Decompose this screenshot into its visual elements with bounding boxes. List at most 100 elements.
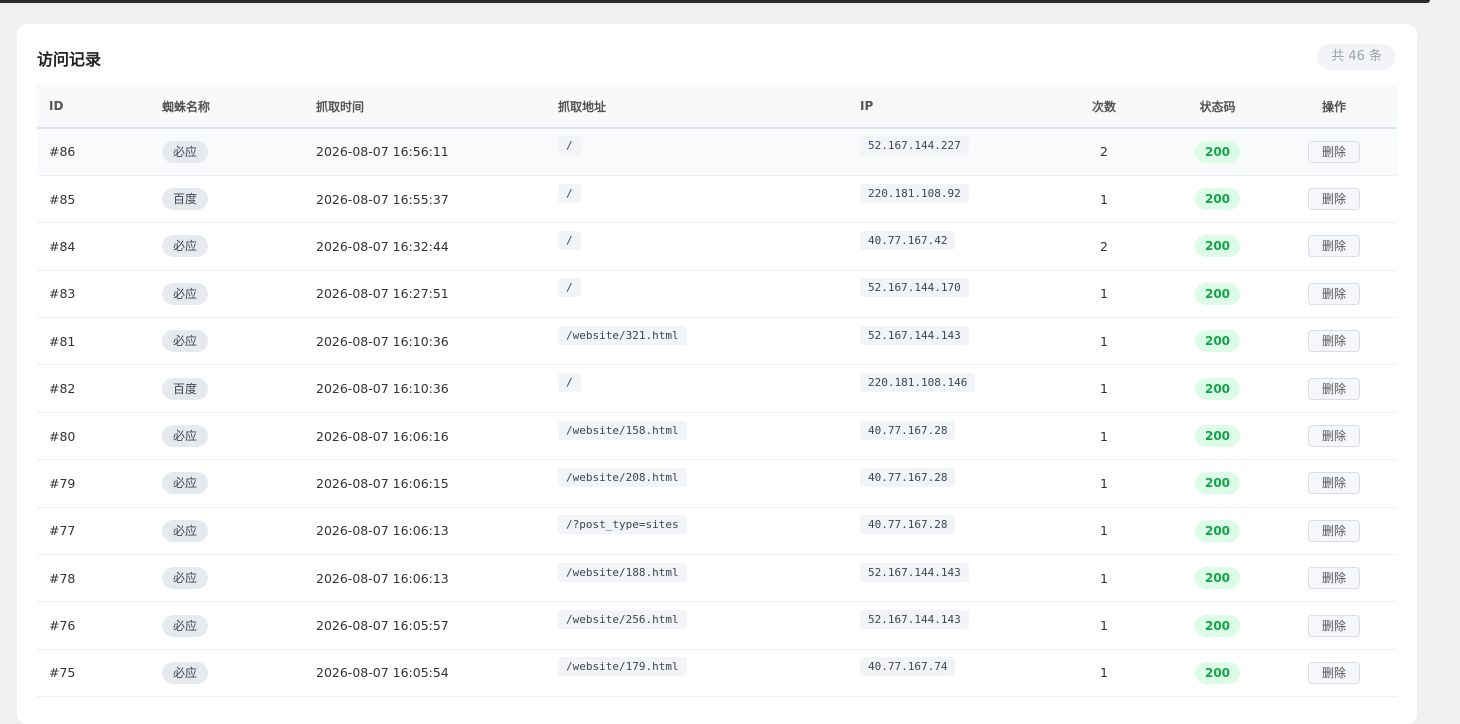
delete-button[interactable]: 删除	[1307, 140, 1360, 163]
table-row: #86 必应 2026-08-07 16:56:11 / 52.167.144.227 2…	[37, 128, 1397, 176]
row-id: #75	[37, 649, 150, 698]
spider-badge: 必应	[162, 472, 209, 495]
delete-button[interactable]: 删除	[1307, 567, 1360, 590]
spider-badge: 必应	[162, 661, 209, 684]
status-badge: 200	[1194, 425, 1241, 448]
column-header-id: ID	[37, 85, 150, 129]
crawl-url: /	[558, 278, 581, 298]
visit-count: 1	[1044, 317, 1164, 366]
status-badge: 200	[1194, 140, 1241, 163]
crawl-url: /website/256.html	[558, 610, 687, 630]
row-id: #78	[37, 554, 150, 603]
visit-count: 1	[1044, 601, 1164, 650]
visit-count: 1	[1044, 175, 1164, 224]
table-row: #79 必应 2026-08-07 16:06:15/website/208.htm…	[37, 459, 1397, 508]
table-row: #77 必应 2026-08-07 16:06:13 /?post_type=site…	[37, 507, 1397, 556]
ip-address: 40.77.167.28	[860, 420, 956, 440]
ip-address: 40.77.167.28	[860, 515, 956, 535]
spider-badge: 必应	[162, 140, 209, 163]
spider-badge: 必应	[162, 425, 209, 448]
column-header-action: 操作	[1271, 85, 1397, 129]
delete-button[interactable]: 删除	[1307, 235, 1360, 258]
row-id: #86	[37, 128, 150, 176]
ip-address: 220.181.108.92	[860, 183, 969, 203]
column-header-ip: IP	[848, 85, 1044, 129]
crawl-url: /	[558, 183, 581, 203]
crawl-url: /?post_type=sites	[558, 515, 687, 535]
crawl-url: /website/321.html	[558, 325, 687, 345]
delete-button[interactable]: 删除	[1307, 282, 1360, 305]
crawl-time: 2026-08-07 16:06:15	[304, 459, 546, 508]
delete-button[interactable]: 删除	[1307, 330, 1360, 353]
table-row: #81 必应 2026-08-07 16:10:36/website/321.htm…	[37, 317, 1397, 366]
crawl-url: /	[558, 230, 581, 250]
ip-address: 52.167.144.143	[860, 562, 969, 582]
delete-button[interactable]: 删除	[1307, 519, 1360, 542]
access-log-table: ID 蜘蛛名称 抓取时间 抓取地址 IP 次数 状态码 操作 #86 必应 2026…	[37, 85, 1397, 698]
visit-count: 1	[1044, 554, 1164, 603]
status-badge: 200	[1194, 567, 1241, 590]
status-badge: 200	[1194, 377, 1241, 400]
column-header-time: 抓取时间	[304, 85, 546, 129]
crawl-url: /website/188.html	[558, 562, 687, 582]
table-row: #78 必应 2026-08-07 16:06:13/website/188.htm…	[37, 554, 1397, 603]
crawl-time: 2026-08-07 16:32:44	[304, 222, 546, 271]
row-id: #76	[37, 601, 150, 650]
column-header-status: 状态码	[1164, 85, 1271, 129]
top-bar	[0, 0, 1430, 3]
delete-button[interactable]: 删除	[1307, 472, 1360, 495]
table-row: #84 必应 2026-08-07 16:32:44 / 40.77.167.42 2 20…	[37, 222, 1397, 271]
spider-badge: 必应	[162, 567, 209, 590]
row-id: #85	[37, 175, 150, 224]
status-badge: 200	[1194, 235, 1241, 258]
visit-count: 1	[1044, 459, 1164, 508]
crawl-url: /	[558, 136, 581, 156]
visit-count: 2	[1044, 222, 1164, 271]
table-row: #75 必应 2026-08-07 16:05:54/website/179.htm…	[37, 649, 1397, 698]
visit-count: 1	[1044, 649, 1164, 698]
status-badge: 200	[1194, 614, 1241, 637]
crawl-time: 2026-08-07 16:56:11	[304, 128, 546, 176]
crawl-time: 2026-08-07 16:06:13	[304, 507, 546, 556]
spider-badge: 必应	[162, 282, 209, 305]
visit-count: 1	[1044, 412, 1164, 461]
crawl-url: /website/179.html	[558, 657, 687, 677]
spider-badge: 必应	[162, 235, 209, 258]
column-header-count: 次数	[1044, 85, 1164, 129]
crawl-url: /website/208.html	[558, 467, 687, 487]
status-badge: 200	[1194, 472, 1241, 495]
row-id: #83	[37, 270, 150, 319]
spider-badge: 百度	[162, 188, 209, 211]
column-header-url: 抓取地址	[546, 85, 848, 129]
crawl-time: 2026-08-07 16:10:36	[304, 317, 546, 366]
delete-button[interactable]: 删除	[1307, 614, 1360, 637]
spider-badge: 必应	[162, 614, 209, 637]
row-id: #79	[37, 459, 150, 508]
ip-address: 40.77.167.28	[860, 467, 956, 487]
ip-address: 40.77.167.74	[860, 657, 956, 677]
crawl-time: 2026-08-07 16:05:57	[304, 601, 546, 650]
delete-button[interactable]: 删除	[1307, 661, 1360, 684]
table-header-row: ID 蜘蛛名称 抓取时间 抓取地址 IP 次数 状态码 操作	[37, 85, 1397, 129]
table-body: #86 必应 2026-08-07 16:56:11 / 52.167.144.227 2…	[37, 128, 1397, 698]
table-row: #76 必应 2026-08-07 16:05:57/website/256.htm…	[37, 601, 1397, 650]
status-badge: 200	[1194, 188, 1241, 211]
delete-button[interactable]: 删除	[1307, 425, 1360, 448]
visit-count: 1	[1044, 364, 1164, 413]
status-badge: 200	[1194, 519, 1241, 542]
crawl-time: 2026-08-07 16:06:13	[304, 554, 546, 603]
spider-badge: 必应	[162, 519, 209, 542]
status-badge: 200	[1194, 282, 1241, 305]
crawl-url: /website/158.html	[558, 420, 687, 440]
crawl-time: 2026-08-07 16:27:51	[304, 270, 546, 319]
ip-address: 52.167.144.170	[860, 278, 969, 298]
card-title: 访问记录	[37, 50, 102, 69]
delete-button[interactable]: 删除	[1307, 377, 1360, 400]
delete-button[interactable]: 删除	[1307, 188, 1360, 211]
access-log-card: 访问记录 共 46 条 ID 蜘蛛名称 抓取时间 抓取地址 IP 次数 状态码 …	[17, 24, 1417, 724]
row-id: #77	[37, 507, 150, 556]
column-header-spider: 蜘蛛名称	[150, 85, 304, 129]
row-id: #82	[37, 364, 150, 413]
visit-count: 2	[1044, 128, 1164, 176]
total-count-badge: 共 46 条	[1317, 44, 1396, 70]
